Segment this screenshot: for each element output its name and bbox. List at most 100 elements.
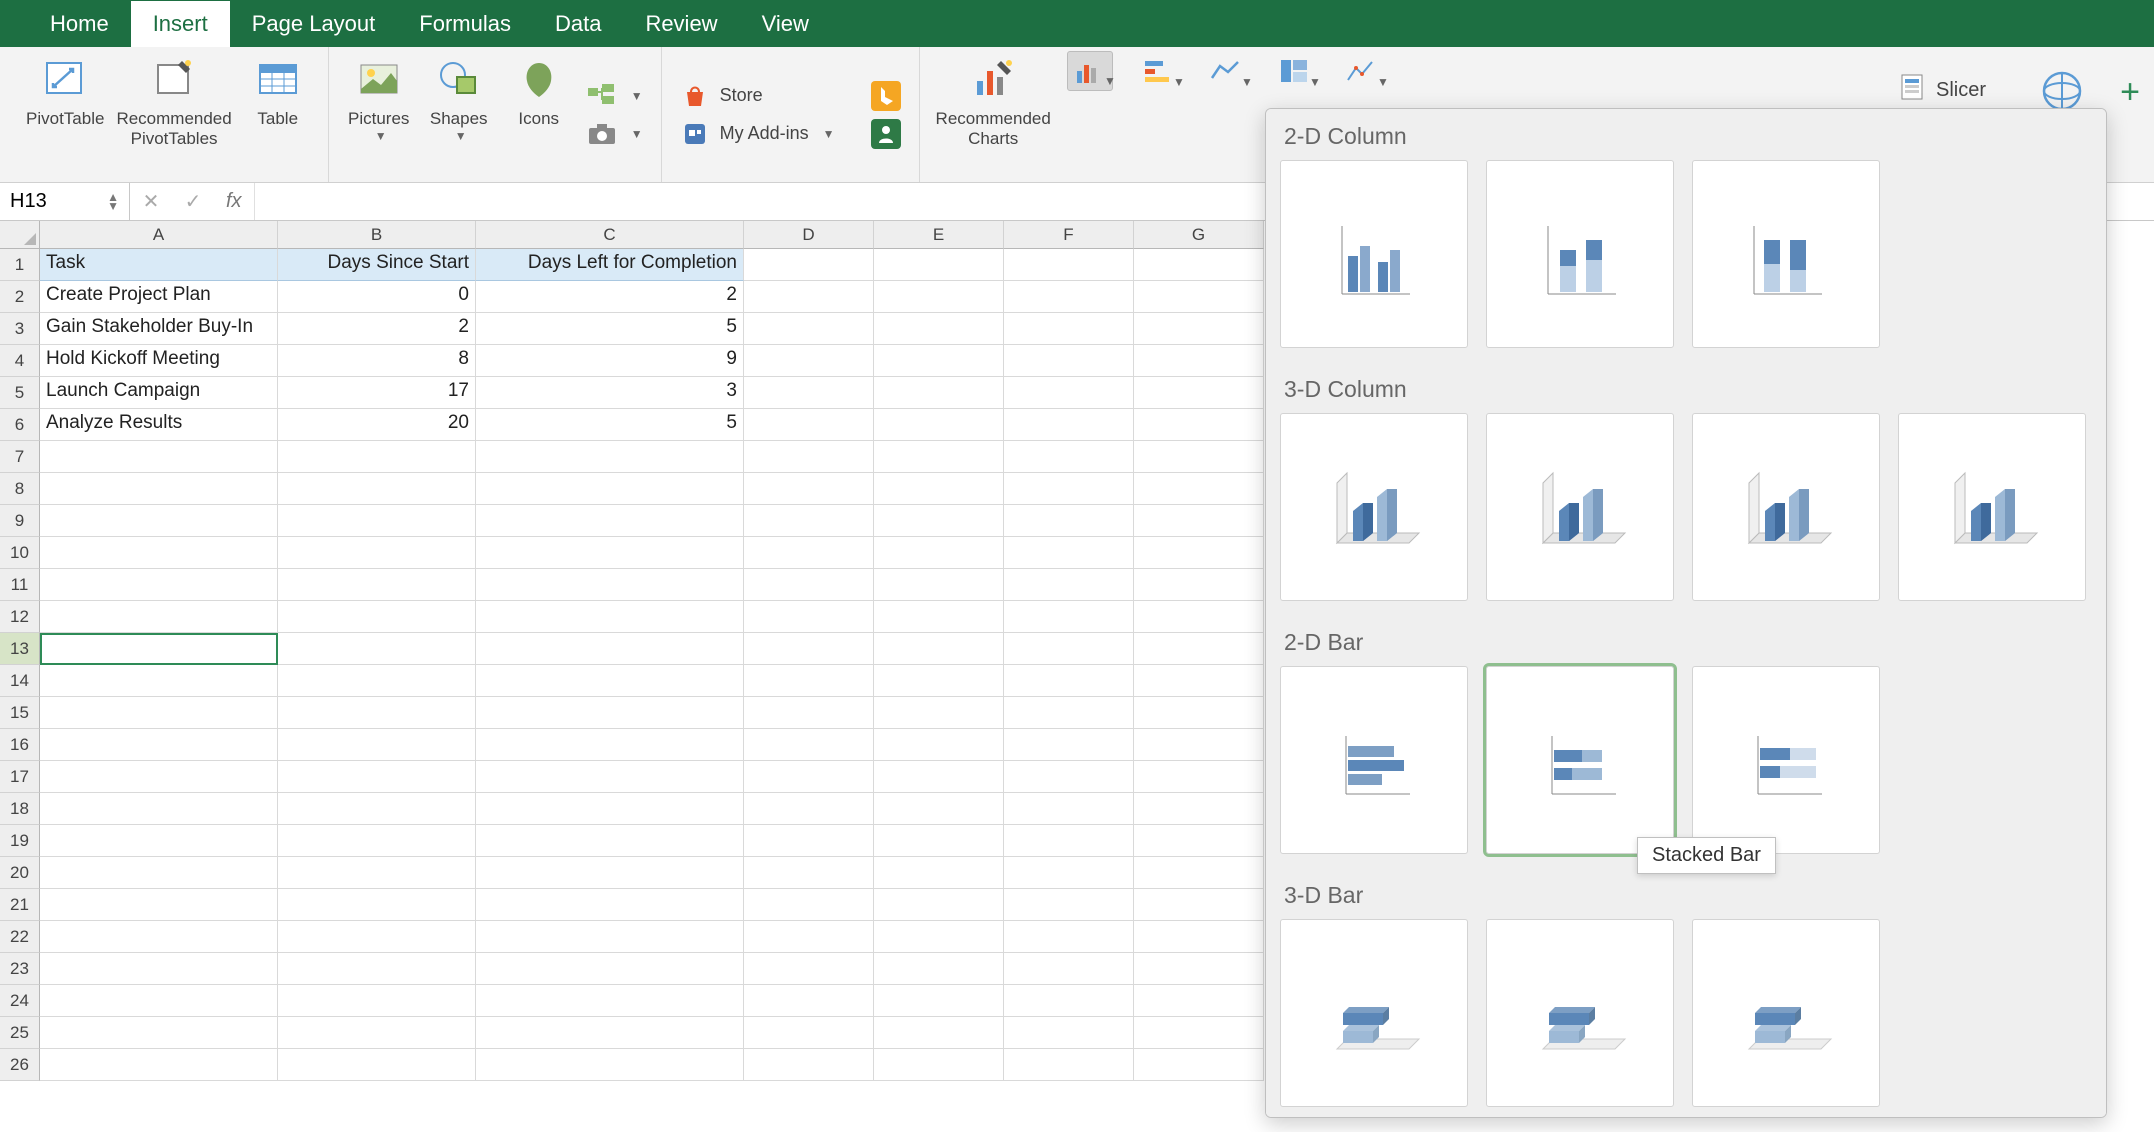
cell[interactable] [40, 793, 278, 825]
cell[interactable] [476, 1017, 744, 1049]
chart-type-item[interactable] [1692, 413, 1880, 601]
cell[interactable] [40, 953, 278, 985]
cell[interactable] [1004, 953, 1134, 985]
column-header-B[interactable]: B [278, 221, 476, 249]
pivottable-button[interactable]: PivotTable [20, 47, 110, 169]
cell[interactable] [1004, 409, 1134, 441]
cell[interactable] [744, 665, 874, 697]
cell[interactable]: 3 [476, 377, 744, 409]
column-header-D[interactable]: D [744, 221, 874, 249]
cell[interactable] [476, 569, 744, 601]
hierarchy-chart-dropdown[interactable]: ▼ [1271, 51, 1317, 91]
cell[interactable] [874, 441, 1004, 473]
row-header[interactable]: 5 [0, 377, 40, 409]
screenshot-button[interactable]: ▼ [587, 119, 643, 149]
row-header[interactable]: 21 [0, 889, 40, 921]
cell[interactable] [1134, 281, 1264, 313]
cell[interactable] [1134, 633, 1264, 665]
cell[interactable] [278, 825, 476, 857]
cell[interactable] [278, 697, 476, 729]
chart-type-item[interactable] [1280, 666, 1468, 854]
cell[interactable] [40, 985, 278, 1017]
row-header[interactable]: 12 [0, 601, 40, 633]
row-header[interactable]: 25 [0, 1017, 40, 1049]
cell[interactable] [1004, 377, 1134, 409]
cell[interactable] [874, 1017, 1004, 1049]
cell[interactable] [1134, 889, 1264, 921]
cell[interactable] [744, 569, 874, 601]
cell[interactable] [874, 889, 1004, 921]
chart-type-item[interactable] [1280, 919, 1468, 1107]
cell[interactable] [1134, 1017, 1264, 1049]
cell[interactable] [1004, 697, 1134, 729]
row-header[interactable]: 15 [0, 697, 40, 729]
cell[interactable] [874, 633, 1004, 665]
cell[interactable] [874, 345, 1004, 377]
cell[interactable] [1004, 985, 1134, 1017]
cell[interactable]: Gain Stakeholder Buy-In [40, 313, 278, 345]
row-header[interactable]: 18 [0, 793, 40, 825]
cell[interactable] [1004, 281, 1134, 313]
cell[interactable] [1134, 569, 1264, 601]
cells-area[interactable]: TaskDays Since StartDays Left for Comple… [40, 249, 1264, 1081]
row-header[interactable]: 4 [0, 345, 40, 377]
column-chart-dropdown[interactable]: ▼ [1067, 51, 1113, 91]
cell[interactable] [1134, 729, 1264, 761]
row-header[interactable]: 8 [0, 473, 40, 505]
cell[interactable] [1004, 345, 1134, 377]
cell[interactable] [1134, 825, 1264, 857]
cell[interactable] [1134, 345, 1264, 377]
cell[interactable] [278, 473, 476, 505]
cell[interactable] [40, 761, 278, 793]
cell[interactable] [744, 377, 874, 409]
bing-maps-button[interactable] [871, 81, 901, 111]
chart-type-item[interactable] [1280, 160, 1468, 348]
cell[interactable] [1004, 921, 1134, 953]
cell[interactable] [874, 921, 1004, 953]
chart-type-item[interactable] [1280, 413, 1468, 601]
cell[interactable]: Task [40, 249, 278, 281]
row-header[interactable]: 9 [0, 505, 40, 537]
cell[interactable] [1004, 761, 1134, 793]
cell[interactable] [278, 633, 476, 665]
cell[interactable] [744, 345, 874, 377]
cell[interactable] [874, 761, 1004, 793]
cell[interactable]: 20 [278, 409, 476, 441]
cell[interactable] [278, 1049, 476, 1081]
cell[interactable] [874, 281, 1004, 313]
cell[interactable] [476, 953, 744, 985]
column-header-E[interactable]: E [874, 221, 1004, 249]
cell[interactable] [744, 1017, 874, 1049]
cell[interactable] [476, 921, 744, 953]
chart-type-item[interactable] [1692, 666, 1880, 854]
cell[interactable] [874, 665, 1004, 697]
tab-review[interactable]: Review [623, 1, 739, 47]
cell[interactable] [874, 729, 1004, 761]
cell[interactable] [40, 537, 278, 569]
cell[interactable] [40, 633, 278, 665]
cell[interactable] [278, 601, 476, 633]
tab-insert[interactable]: Insert [131, 1, 230, 47]
cell[interactable] [874, 857, 1004, 889]
cell[interactable] [40, 665, 278, 697]
cell[interactable] [744, 601, 874, 633]
my-addins-button[interactable]: My Add-ins▼ [680, 119, 835, 149]
cell[interactable] [278, 441, 476, 473]
cell[interactable] [278, 793, 476, 825]
chart-type-item[interactable] [1898, 413, 2086, 601]
cell[interactable] [874, 505, 1004, 537]
cell[interactable] [476, 537, 744, 569]
cell[interactable] [744, 441, 874, 473]
cell[interactable] [874, 313, 1004, 345]
cell[interactable] [1134, 793, 1264, 825]
cell[interactable] [278, 953, 476, 985]
cell[interactable] [476, 505, 744, 537]
name-box[interactable]: H13 ▲▼ [0, 183, 130, 220]
cell[interactable] [476, 633, 744, 665]
cell[interactable] [874, 249, 1004, 281]
cell[interactable] [476, 1049, 744, 1081]
cell[interactable] [1004, 857, 1134, 889]
chart-type-item[interactable]: Stacked Bar [1486, 666, 1674, 854]
cell[interactable] [40, 1049, 278, 1081]
cell[interactable] [476, 729, 744, 761]
